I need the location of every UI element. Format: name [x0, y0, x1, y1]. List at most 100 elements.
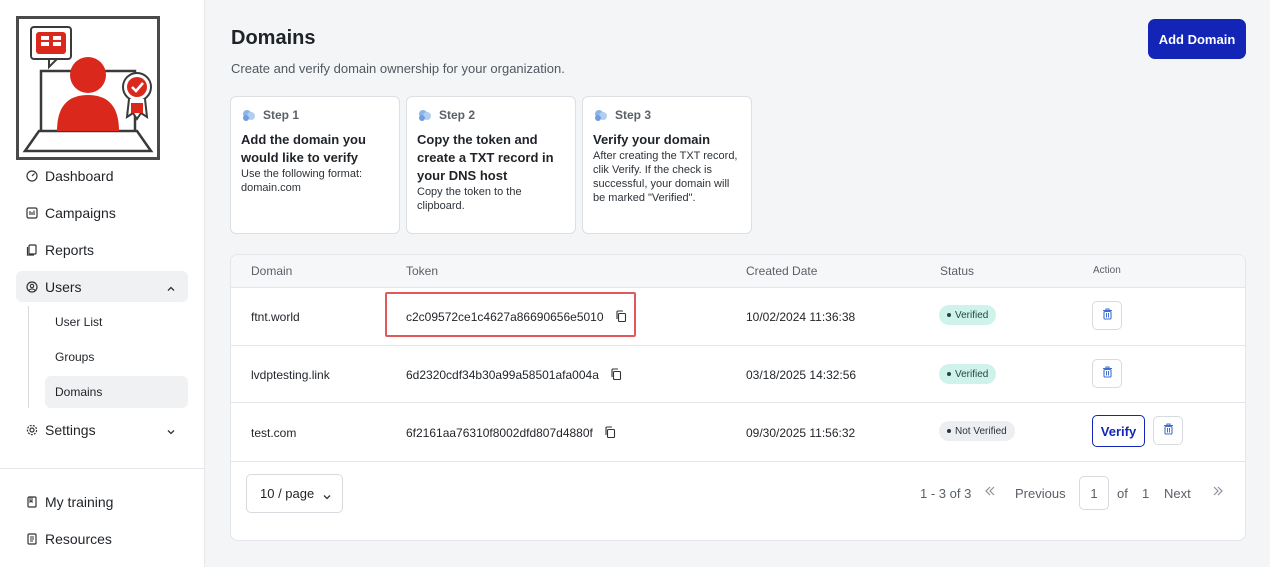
- sidebar-item-dashboard[interactable]: Dashboard: [16, 160, 188, 191]
- step-card-2: Step 2 Copy the token and create a TXT r…: [406, 96, 576, 234]
- sidebar-item-campaigns[interactable]: Campaigns: [16, 197, 188, 228]
- step-card-1: Step 1 Add the domain you would like to …: [230, 96, 400, 234]
- column-header-domain: Domain: [251, 264, 293, 278]
- page-subtitle: Create and verify domain ownership for y…: [231, 61, 565, 76]
- gear-icon: [26, 424, 38, 436]
- first-page-icon[interactable]: [984, 484, 996, 501]
- table-row: ftnt.world c2c09572ce1c4627a86690656e501…: [231, 288, 1245, 346]
- sidebar-nav: Dashboard Campaigns Reports Users User L…: [16, 160, 188, 451]
- step-title: Copy the token and create a TXT record i…: [417, 132, 554, 183]
- resources-icon: [26, 532, 38, 545]
- sidebar-subitem-domains[interactable]: Domains: [45, 376, 188, 408]
- sidebar-item-label: Users: [45, 278, 82, 295]
- token-value: 6f2161aa76310f8002dfd807d4880f: [406, 426, 593, 441]
- delete-button[interactable]: [1092, 359, 1122, 388]
- column-header-created-date: Created Date: [746, 264, 818, 278]
- table-header: Domain Token Created Date Status Action: [231, 255, 1245, 288]
- sidebar-divider: [0, 468, 205, 469]
- sidebar-item-label: Campaigns: [45, 204, 116, 221]
- sidebar-item-label: My training: [45, 493, 114, 510]
- trash-icon: [1163, 422, 1174, 440]
- next-page-button[interactable]: Next: [1164, 486, 1191, 501]
- step-description: Copy the token to the clipboard.: [417, 186, 522, 212]
- column-header-token: Token: [406, 264, 439, 278]
- sidebar-item-label: Dashboard: [45, 167, 114, 184]
- step-card-3: Step 3 Verify your domain After creating…: [582, 96, 752, 234]
- step-label: Step 1: [263, 108, 300, 122]
- domain-cell: ftnt.world: [251, 310, 300, 324]
- token-value: 6d2320cdf34b30a99a58501afa004a: [406, 368, 599, 383]
- sidebar-item-my-training[interactable]: My training: [16, 486, 188, 517]
- table-row: lvdptesting.link 6d2320cdf34b30a99a58501…: [231, 346, 1245, 403]
- chevron-down-icon: [322, 490, 332, 505]
- add-domain-button[interactable]: Add Domain: [1148, 19, 1246, 59]
- previous-page-button[interactable]: Previous: [1015, 486, 1066, 501]
- users-subnav: User List Groups Domains: [28, 306, 188, 408]
- sidebar-item-users[interactable]: Users: [16, 271, 188, 302]
- step-description: After creating the TXT record, clik Veri…: [593, 150, 738, 204]
- token-cell: 6f2161aa76310f8002dfd807d4880f: [406, 426, 616, 442]
- pagination-total: 1: [1142, 486, 1150, 501]
- step-cloud-icon: [593, 108, 609, 122]
- sidebar-item-reports[interactable]: Reports: [16, 234, 188, 265]
- sidebar-subitem-groups[interactable]: Groups: [45, 341, 188, 373]
- delete-button[interactable]: [1092, 301, 1122, 330]
- created-date-cell: 10/02/2024 11:36:38: [746, 310, 856, 324]
- sidebar-item-resources[interactable]: Resources: [16, 523, 188, 554]
- column-header-action: Action: [1093, 265, 1121, 276]
- reports-icon: [26, 243, 38, 256]
- step-label: Step 2: [439, 108, 476, 122]
- sidebar-bottom-nav: My training Resources: [16, 486, 188, 560]
- status-badge: Not Verified: [939, 421, 1015, 441]
- sidebar-item-label: Settings: [45, 421, 96, 438]
- page-size-value: 10 / page: [260, 486, 315, 501]
- page-title: Domains: [231, 27, 316, 49]
- trash-icon: [1102, 307, 1113, 325]
- domain-cell: test.com: [251, 426, 297, 440]
- status-dot: [947, 372, 951, 376]
- created-date-cell: 09/30/2025 11:56:32: [746, 426, 856, 440]
- column-header-status: Status: [940, 264, 975, 278]
- book-icon: [26, 495, 38, 508]
- verify-button[interactable]: Verify: [1092, 415, 1145, 447]
- pagination-of: of: [1117, 486, 1128, 501]
- status-text: Verified: [955, 309, 989, 321]
- copy-icon[interactable]: [610, 368, 622, 384]
- user-certificate-illustration: [22, 26, 154, 153]
- last-page-icon[interactable]: [1212, 484, 1224, 501]
- trash-icon: [1102, 365, 1113, 383]
- status-text: Not Verified: [955, 425, 1007, 437]
- sidebar-item-label: Reports: [45, 241, 95, 258]
- sidebar-item-settings[interactable]: Settings: [16, 414, 188, 445]
- page-size-select[interactable]: 10 / page: [246, 474, 343, 513]
- table-row: test.com 6f2161aa76310f8002dfd807d4880f …: [231, 403, 1245, 462]
- gauge-icon: [26, 169, 38, 182]
- status-badge: Verified: [939, 305, 997, 325]
- copy-icon[interactable]: [604, 426, 616, 442]
- status-text: Verified: [955, 368, 989, 380]
- status-badge: Verified: [939, 364, 997, 384]
- sidebar-item-label: Resources: [45, 530, 112, 547]
- step-cloud-icon: [241, 108, 257, 122]
- pagination-range: 1 - 3 of 3: [920, 486, 972, 501]
- created-date-cell: 03/18/2025 14:32:56: [746, 368, 857, 382]
- status-dot: [947, 429, 951, 433]
- sidebar-subitem-user-list[interactable]: User List: [45, 306, 188, 338]
- chevron-up-icon: [166, 281, 176, 297]
- user-circle-icon: [26, 280, 38, 293]
- domain-cell: lvdptesting.link: [251, 368, 330, 382]
- campaign-icon: [26, 206, 38, 219]
- sidebar: Dashboard Campaigns Reports Users User L…: [0, 0, 205, 567]
- security-awareness-logo: [16, 16, 160, 160]
- current-page-input[interactable]: 1: [1079, 476, 1109, 510]
- chevron-down-icon: [166, 424, 176, 440]
- status-dot: [947, 313, 951, 317]
- step-title: Verify your domain: [593, 132, 711, 147]
- token-cell: 6d2320cdf34b30a99a58501afa004a: [406, 368, 622, 384]
- token-highlight-box: [385, 292, 636, 337]
- step-description: Use the following format: domain.com: [241, 168, 363, 194]
- step-label: Step 3: [615, 108, 652, 122]
- step-cloud-icon: [417, 108, 433, 122]
- step-title: Add the domain you would like to verify: [241, 132, 366, 165]
- delete-button[interactable]: [1153, 416, 1183, 445]
